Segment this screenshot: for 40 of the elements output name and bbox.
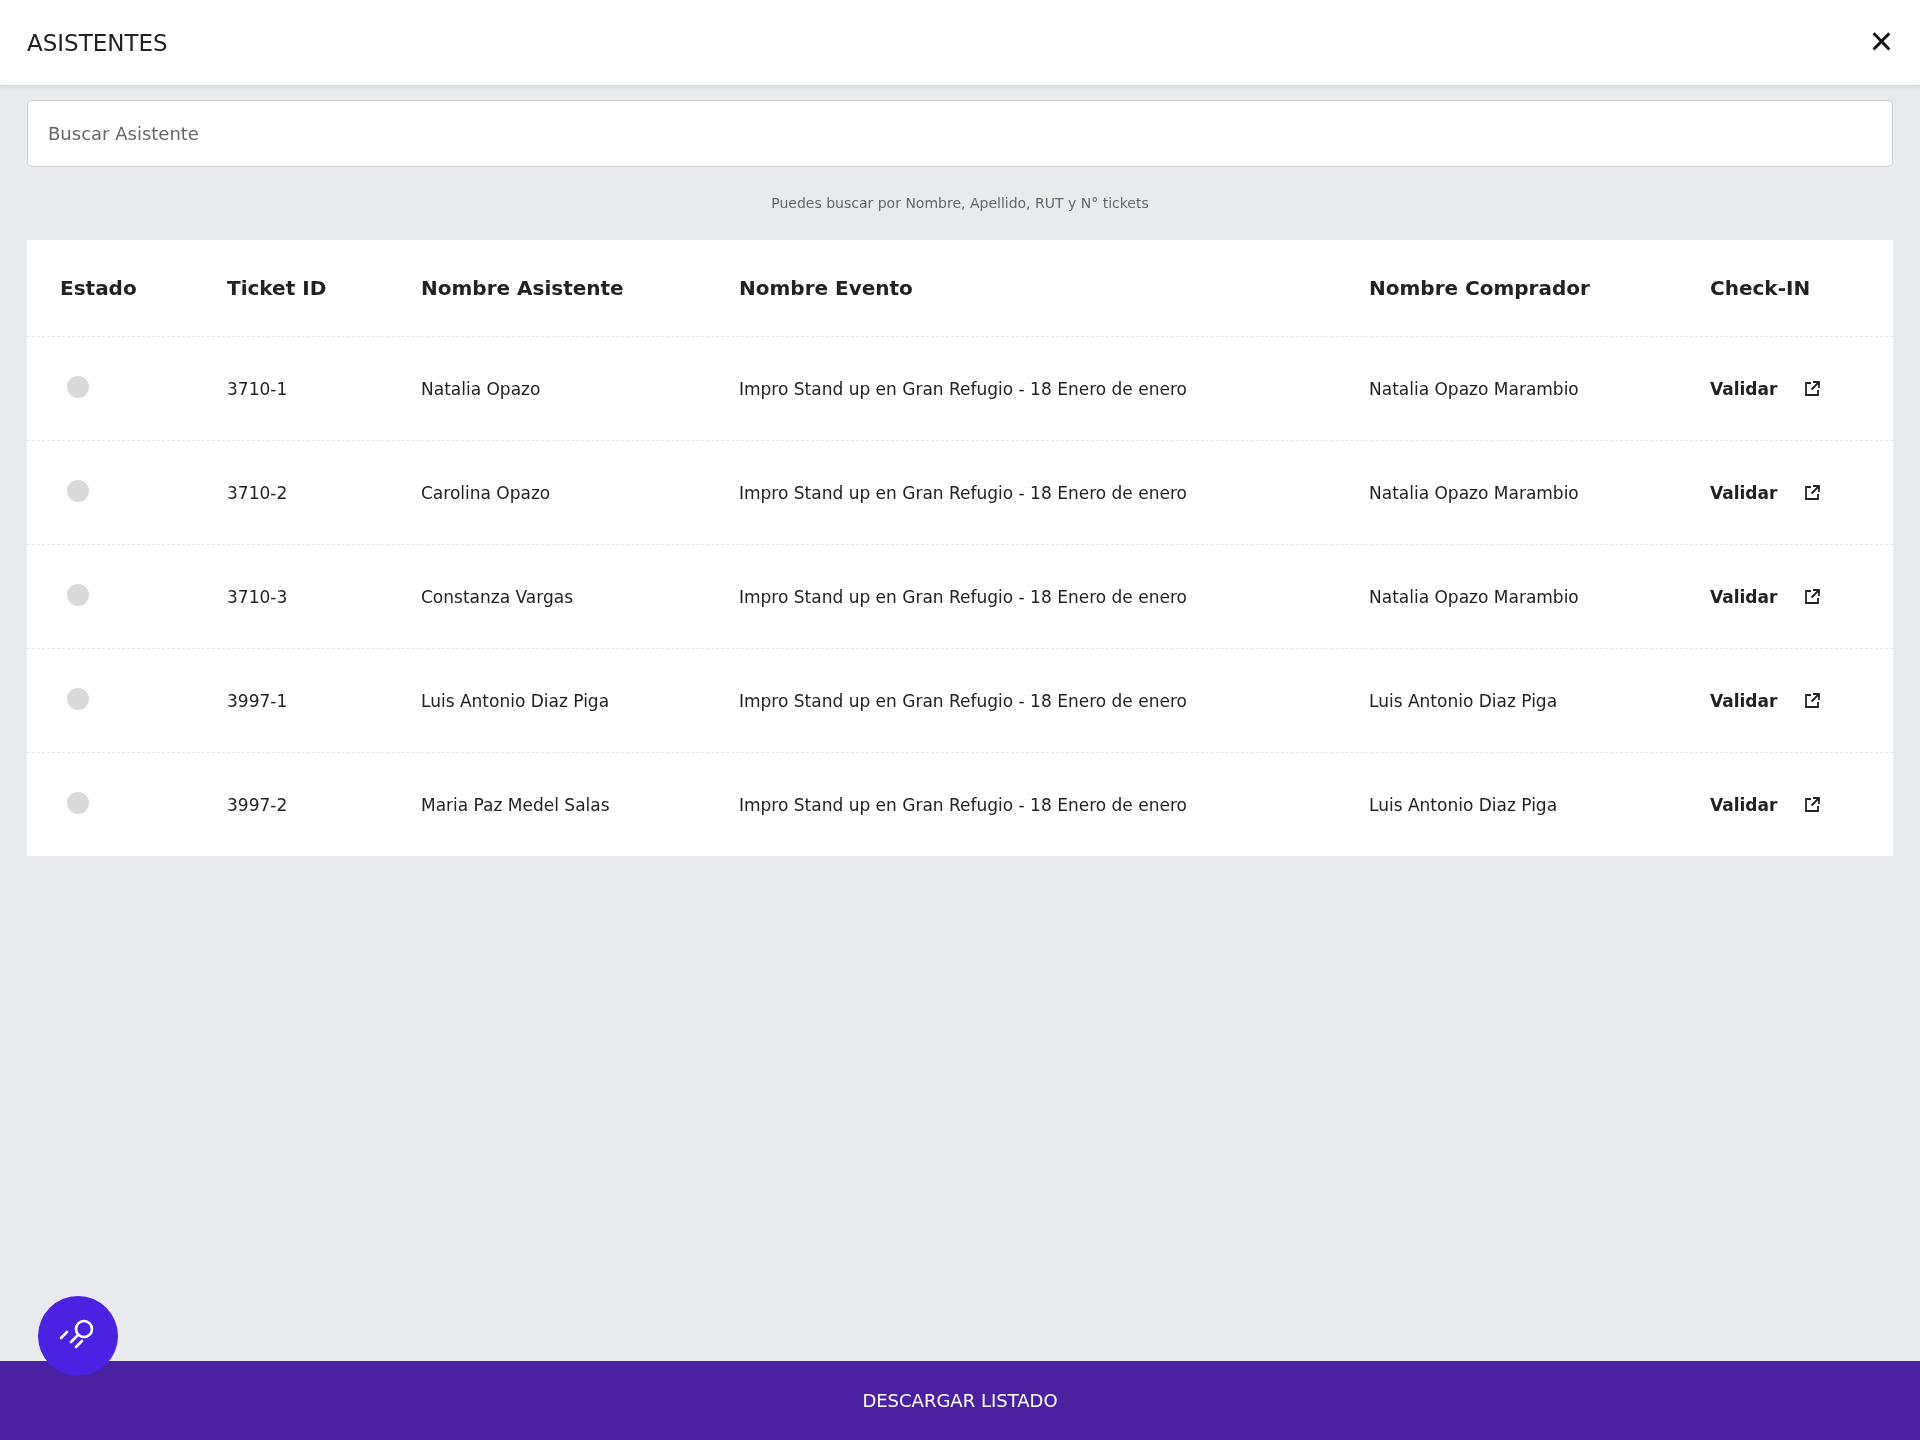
external-link-icon[interactable] [1803, 691, 1822, 710]
validate-link[interactable]: Validar [1710, 586, 1778, 607]
validate-link[interactable]: Validar [1710, 378, 1778, 399]
table-cell-text: Constanza Vargas [421, 586, 574, 607]
table-cell-text: 3997-2 [227, 794, 289, 815]
table-cell-text: Impro Stand up en Gran Refugio - 18 Enero de enero [739, 378, 1188, 399]
table-cell-text: Natalia Opazo [421, 378, 542, 399]
external-link-icon[interactable] [1803, 483, 1822, 502]
table-cell-text: Natalia Opazo Marambio [1369, 378, 1580, 399]
external-link-icon[interactable] [1803, 587, 1822, 606]
table-cell-text: 3710-2 [227, 482, 289, 503]
table-cell-text: Maria Paz Medel Salas [421, 794, 611, 815]
validate-link[interactable]: Validar [1710, 482, 1778, 503]
dialog-title: ASISTENTES [27, 29, 168, 56]
table-cell-text: Luis Antonio Diaz Piga [1369, 690, 1559, 711]
table-cell-text: 3710-1 [227, 378, 289, 399]
column-header: Nombre Evento [739, 276, 914, 300]
table-cell-text: Luis Antonio Diaz Piga [421, 690, 611, 711]
column-header: Estado [60, 276, 138, 300]
column-header: Ticket ID [227, 276, 328, 300]
validate-link[interactable]: Validar [1710, 794, 1778, 815]
table-cell-text: Impro Stand up en Gran Refugio - 18 Enero de enero [739, 482, 1188, 503]
close-button[interactable]: × [1869, 20, 1893, 65]
column-header: Check-IN [1710, 276, 1812, 300]
external-link-icon[interactable] [1803, 379, 1822, 398]
table-cell-text: Luis Antonio Diaz Piga [1369, 794, 1559, 815]
search-hint: Puedes buscar por Nombre, Apellido, RUT y N° tickets [770, 195, 1150, 211]
table-cell-text: 3997-1 [227, 690, 289, 711]
search-field[interactable]: Buscar Asistente [27, 100, 1893, 167]
table-cell-text: Impro Stand up en Gran Refugio - 18 Enero de enero [739, 586, 1188, 607]
table-cell-text: Impro Stand up en Gran Refugio - 18 Enero de enero [739, 794, 1188, 815]
column-header: Nombre Comprador [1369, 276, 1591, 300]
column-header: Nombre Asistente [421, 276, 625, 300]
table-cell-text: Impro Stand up en Gran Refugio - 18 Enero de enero [739, 690, 1188, 711]
validate-link[interactable]: Validar [1710, 690, 1778, 711]
table-cell-text: Natalia Opazo Marambio [1369, 482, 1580, 503]
table-cell-text: Natalia Opazo Marambio [1369, 586, 1580, 607]
table-cell-text: 3710-3 [227, 586, 289, 607]
table-cell-text: Carolina Opazo [421, 482, 552, 503]
external-link-icon[interactable] [1803, 795, 1822, 814]
